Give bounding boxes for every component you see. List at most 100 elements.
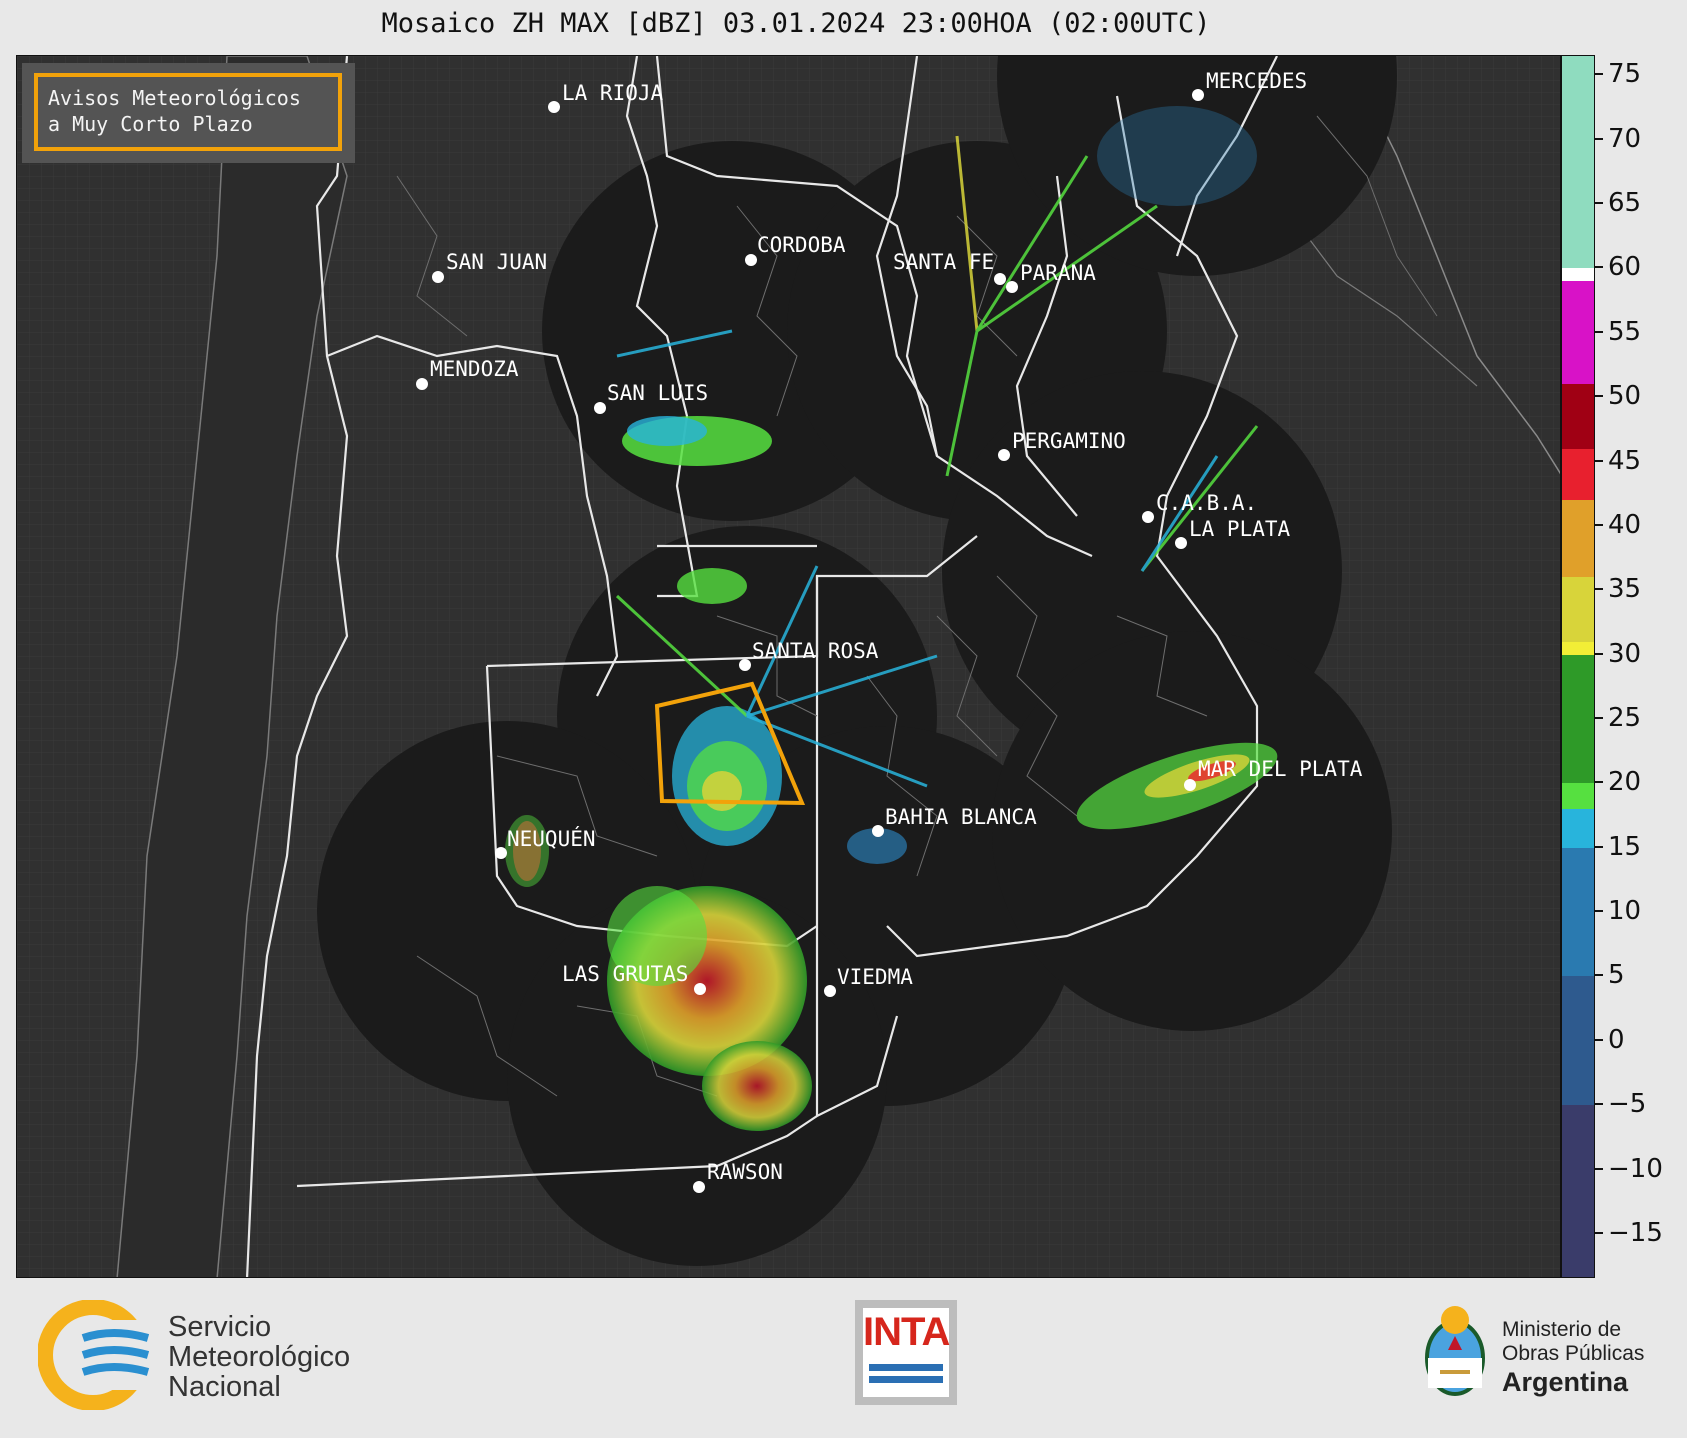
inta-logo-text: INTA — [863, 1310, 950, 1354]
city-marker — [495, 847, 507, 859]
colorbar-tick-mark — [1595, 845, 1603, 848]
city-marker — [548, 101, 560, 113]
smn-line-3: Nacional — [168, 1371, 281, 1403]
radar-coverage-mar-del-plata — [992, 631, 1392, 1031]
colorbar-tick-label: 20 — [1608, 767, 1642, 798]
colorbar-band — [1562, 847, 1594, 977]
city-label: MENDOZA — [430, 357, 519, 381]
ministerio-logo-text: Ministerio de Obras Públicas Argentina — [1502, 1318, 1644, 1398]
ministerio-line-3: Argentina — [1502, 1367, 1629, 1397]
colorbar-tick-label: 60 — [1608, 252, 1642, 283]
colorbar-tick-label: 65 — [1608, 188, 1642, 219]
colorbar-tick-mark — [1595, 716, 1603, 719]
city-marker — [1184, 779, 1196, 791]
city-marker — [1142, 511, 1154, 523]
colorbar-tick-label: 45 — [1608, 445, 1642, 476]
colorbar-tick-label: 35 — [1608, 574, 1642, 605]
colorbar-tick-label: 30 — [1608, 638, 1642, 669]
colorbar-tick-mark — [1595, 781, 1603, 784]
colorbar-band — [1562, 448, 1594, 501]
colorbar-tick-label: 0 — [1608, 1024, 1625, 1055]
city-marker — [694, 983, 706, 995]
inta-logo: INTA — [855, 1300, 957, 1405]
colorbar-tick-label: 50 — [1608, 381, 1642, 412]
ministerio-line-2: Obras Públicas — [1502, 1342, 1645, 1365]
city-label: C.A.B.A. — [1156, 491, 1257, 515]
city-label: LA RIOJA — [562, 81, 664, 105]
colorbar-band — [1562, 654, 1594, 784]
city-label: NEUQUÉN — [507, 826, 596, 851]
colorbar-ticks: 75 70 65 60 55 50 45 40 35 30 25 20 15 10 5 0 −5 −10 −15 — [1595, 55, 1685, 1278]
colorbar-tick-mark — [1595, 459, 1603, 462]
city-marker — [1175, 537, 1187, 549]
colorbar-tick-mark — [1595, 1103, 1603, 1106]
colorbar-band — [1562, 56, 1594, 269]
city-label: MERCEDES — [1206, 69, 1307, 93]
colorbar-tick-label: 5 — [1608, 960, 1625, 991]
ministerio-line-1: Ministerio de — [1502, 1318, 1622, 1341]
city-marker — [416, 378, 428, 390]
colorbar-tick-label: 70 — [1608, 123, 1642, 154]
smn-logo-text: Servicio Meteorológico Nacional — [168, 1312, 350, 1402]
avisos-line-1: Avisos Meteorológicos — [48, 86, 301, 110]
colorbar-band — [1562, 268, 1594, 282]
avisos-box: Avisos Meteorológicos a Muy Corto Plazo — [34, 73, 342, 151]
colorbar-tick-mark — [1595, 1167, 1603, 1170]
city-label: BAHIA BLANCA — [885, 805, 1037, 829]
colorbar-band — [1562, 1105, 1594, 1277]
colorbar-tick-label: 10 — [1608, 896, 1642, 927]
city-label: SAN LUIS — [607, 381, 708, 405]
city-marker — [745, 254, 757, 266]
colorbar-band — [1562, 641, 1594, 655]
city-marker — [432, 271, 444, 283]
city-label: LA PLATA — [1189, 517, 1291, 541]
colorbar-tick-mark — [1595, 652, 1603, 655]
colorbar-tick-mark — [1595, 1231, 1603, 1234]
coat-of-arms-icon — [1425, 1306, 1485, 1396]
smn-line-2: Meteorológico — [168, 1341, 351, 1373]
inta-stripe — [869, 1364, 943, 1371]
city-marker — [739, 659, 751, 671]
colorbar-tick-mark — [1595, 202, 1603, 205]
city-marker — [1192, 89, 1204, 101]
colorbar-tick-label: −5 — [1608, 1089, 1647, 1120]
colorbar-tick-mark — [1595, 73, 1603, 76]
colorbar-band — [1562, 281, 1594, 385]
city-label: PARANA — [1020, 261, 1096, 285]
colorbar-tick-mark — [1595, 137, 1603, 140]
colorbar-tick-label: 40 — [1608, 509, 1642, 540]
city-label: RAWSON — [707, 1160, 783, 1184]
colorbar-tick-mark — [1595, 910, 1603, 913]
city-marker — [594, 402, 606, 414]
city-label: MAR DEL PLATA — [1198, 757, 1363, 781]
city-label: SAN JUAN — [446, 250, 547, 274]
inta-stripe — [869, 1376, 943, 1383]
footer: Servicio Meteorológico Nacional INTA Min… — [0, 1278, 1687, 1438]
colorbar-tick-label: 55 — [1608, 316, 1642, 347]
city-label: SANTA ROSA — [752, 639, 879, 663]
colorbar-band — [1562, 577, 1594, 642]
colorbar-tick-label: 75 — [1608, 59, 1642, 90]
smn-line-1: Servicio — [168, 1311, 272, 1343]
map-title: Mosaico ZH MAX [dBZ] 03.01.2024 23:00HOA… — [381, 8, 1211, 39]
colorbar-band — [1562, 809, 1594, 848]
radar-map-canvas: LA RIOJA MERCEDES CORDOBA SAN JUAN SANTA… — [17, 56, 1560, 1277]
avisos-line-2: a Muy Corto Plazo — [48, 112, 253, 136]
city-label: VIEDMA — [837, 965, 913, 989]
colorbar-tick-mark — [1595, 588, 1603, 591]
city-marker — [824, 985, 836, 997]
city-marker — [998, 449, 1010, 461]
city-label: SANTA FE — [893, 250, 994, 274]
city-marker — [872, 825, 884, 837]
colorbar-tick-mark — [1595, 974, 1603, 977]
colorbar-band — [1562, 384, 1594, 449]
colorbar-tick-label: −10 — [1608, 1153, 1663, 1184]
echo-santa-rosa-north — [677, 568, 747, 604]
radar-map[interactable]: LA RIOJA MERCEDES CORDOBA SAN JUAN SANTA… — [16, 55, 1561, 1278]
avisos-panel: Avisos Meteorológicos a Muy Corto Plazo — [22, 63, 355, 163]
colorbar-tick-mark — [1595, 523, 1603, 526]
colorbar-tick-label: 25 — [1608, 702, 1642, 733]
smn-logo-icon — [37, 1299, 153, 1411]
colorbar-tick-mark — [1595, 266, 1603, 269]
colorbar-tick-label: −15 — [1608, 1217, 1663, 1248]
